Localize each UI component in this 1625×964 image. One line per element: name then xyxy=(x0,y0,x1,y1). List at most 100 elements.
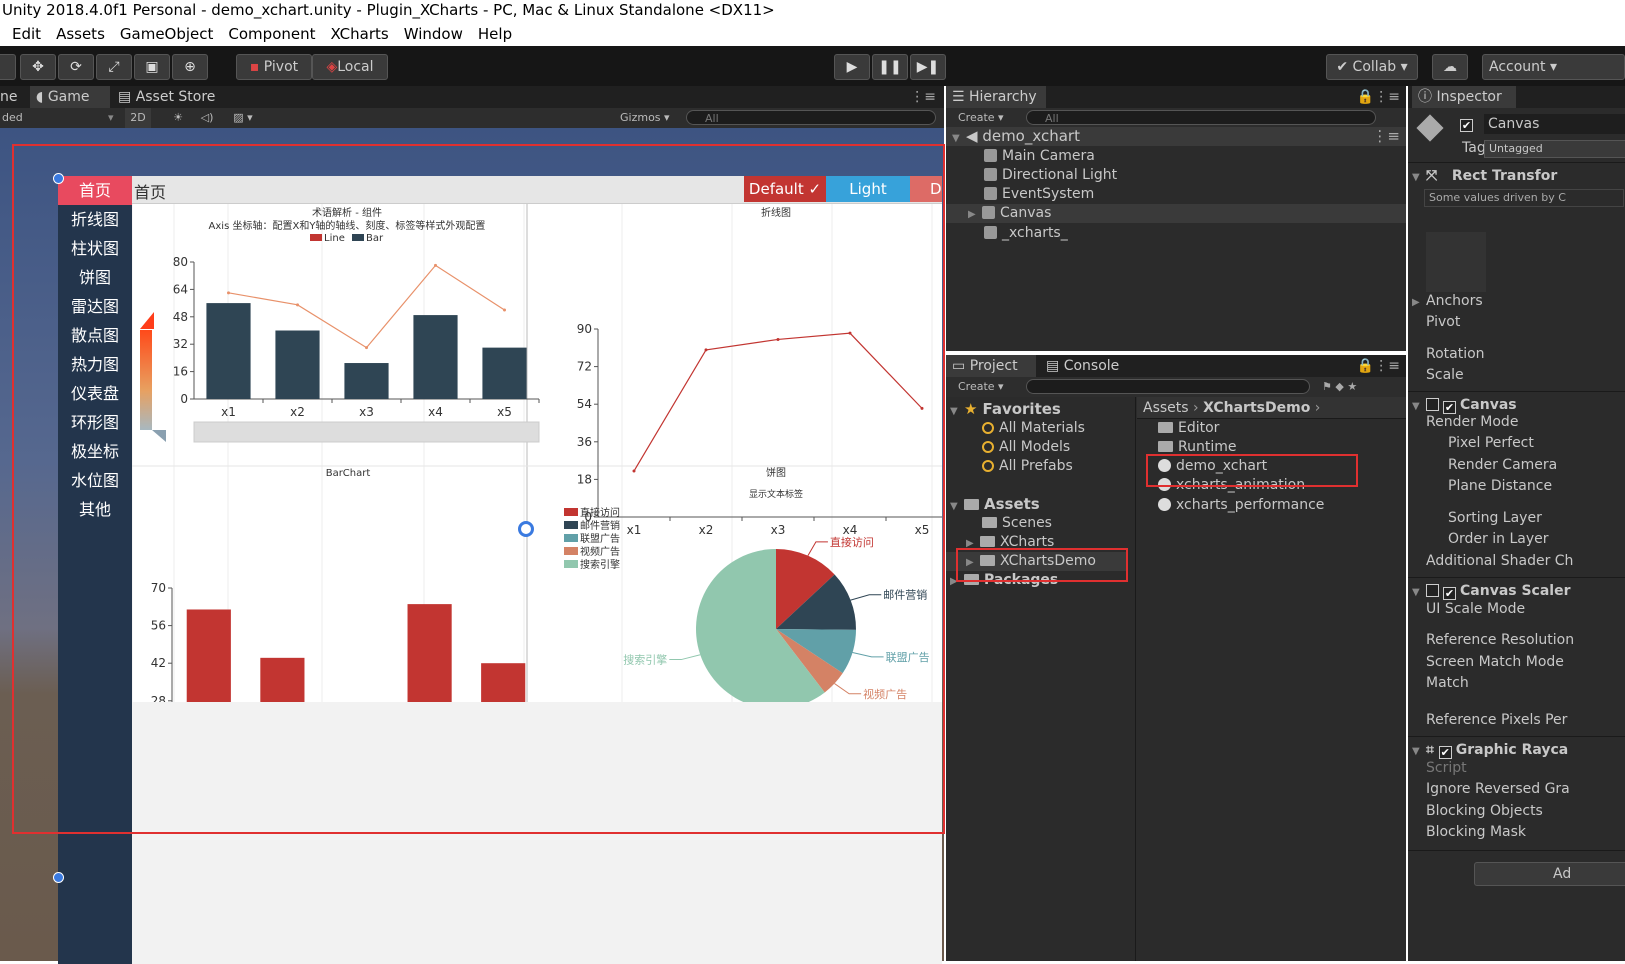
scene-root-row[interactable]: ▼ ◀ demo_xchart ⋮≡ xyxy=(946,127,1406,146)
raycaster-enabled-checkbox[interactable]: ✔ xyxy=(1438,746,1452,759)
theme-default-button[interactable]: Default ✓ xyxy=(744,176,826,202)
hierarchy-create-dropdown[interactable]: Create ▾ xyxy=(958,108,1004,128)
hierarchy-item-canvas[interactable]: ▶ Canvas xyxy=(946,204,1406,223)
graphic-raycaster-header[interactable]: ▼ ⌗ ✔ Graphic Rayca xyxy=(1408,736,1625,762)
gameobject-icon xyxy=(984,187,997,200)
nav-item-7[interactable]: 仪表盘 xyxy=(58,379,132,408)
pivot-handle-icon[interactable] xyxy=(518,521,534,537)
project-create-dropdown[interactable]: Create ▾ xyxy=(958,377,1004,397)
theme-light-button[interactable]: Light xyxy=(826,176,910,202)
folder-scenes[interactable]: Scenes xyxy=(946,514,1052,533)
gizmos-dropdown[interactable]: Gizmos ▾ xyxy=(620,108,670,128)
canvas-scaler-header[interactable]: ▼ ✔ Canvas Scaler xyxy=(1408,577,1625,603)
rotate-tool-button[interactable]: ⟳ xyxy=(58,54,94,80)
folder-xcharts[interactable]: ▶ XCharts xyxy=(946,533,1054,552)
breadcrumb-xchartsdemo[interactable]: XChartsDemo xyxy=(1203,400,1310,416)
rect-transform-header[interactable]: ▼ ⤧ Rect Transfor xyxy=(1408,162,1625,188)
file-demo-xchart[interactable]: demo_xchart xyxy=(1158,457,1267,476)
favorites-row[interactable]: ▼ ★ Favorites xyxy=(946,400,1061,419)
file-runtime[interactable]: Runtime xyxy=(1158,438,1236,457)
rect-handle-top-icon[interactable] xyxy=(53,173,64,184)
cloud-button[interactable]: ☁ xyxy=(1432,54,1468,80)
menu-xcharts[interactable]: XCharts xyxy=(331,25,389,43)
local-button[interactable]: ◈Local xyxy=(312,54,388,80)
nav-item-11[interactable]: 其他 xyxy=(58,495,132,524)
prop-blocking-objects: Blocking Objects xyxy=(1426,803,1543,819)
pivot-button[interactable]: ▪ Pivot xyxy=(236,54,312,80)
nav-item-8[interactable]: 环形图 xyxy=(58,408,132,437)
fav-all-prefabs[interactable]: All Prefabs xyxy=(946,457,1073,476)
packages-row[interactable]: ▶ Packages xyxy=(946,571,1058,590)
nav-item-1[interactable]: 折线图 xyxy=(58,205,132,234)
nav-item-5[interactable]: 散点图 xyxy=(58,321,132,350)
move-tool-button[interactable]: ✥ xyxy=(20,54,56,80)
collab-button[interactable]: ✔ Collab ▾ xyxy=(1326,54,1418,80)
assets-row[interactable]: ▼ Assets xyxy=(946,495,1040,514)
account-button[interactable]: Account ▾ xyxy=(1482,54,1625,80)
transform-tool-button[interactable]: ⊕ xyxy=(172,54,208,80)
lighting-toggle-icon[interactable]: ☀ xyxy=(166,108,190,128)
menu-edit[interactable]: Edit xyxy=(12,25,41,43)
tab-project[interactable]: ▭ Project xyxy=(946,355,1036,377)
hand-tool-button[interactable] xyxy=(0,54,16,80)
tab-inspector[interactable]: ⓘ Inspector xyxy=(1412,86,1516,108)
hierarchy-item-eventsystem[interactable]: EventSystem xyxy=(946,185,1094,204)
tab-asset-store[interactable]: ▤ Asset Store xyxy=(112,86,222,108)
menu-help[interactable]: Help xyxy=(478,25,512,43)
folder-icon xyxy=(982,517,997,528)
hierarchy-lock-icon[interactable]: 🔒⋮≡ xyxy=(1357,86,1400,108)
step-button[interactable]: ▶❚ xyxy=(910,54,946,80)
nav-item-2[interactable]: 柱状图 xyxy=(58,234,132,263)
add-component-button[interactable]: Ad xyxy=(1474,862,1625,886)
folder-xchartsdemo[interactable]: ▶ XChartsDemo xyxy=(946,552,1126,571)
menu-gameobject[interactable]: GameObject xyxy=(120,25,214,43)
project-search-input[interactable] xyxy=(1026,379,1310,394)
prop-anchors[interactable]: ▶ Anchors xyxy=(1412,293,1483,309)
rect-handle-bottom-icon[interactable] xyxy=(53,872,64,883)
rect-tool-button[interactable]: ▣ xyxy=(134,54,170,80)
anchor-preset-icon[interactable] xyxy=(1426,232,1486,292)
nav-item-6[interactable]: 热力图 xyxy=(58,350,132,379)
effects-toggle-icon[interactable]: ▨ ▾ xyxy=(228,108,258,128)
object-name-field[interactable]: Canvas xyxy=(1484,114,1625,134)
fav-all-materials[interactable]: All Materials xyxy=(946,419,1085,438)
nav-item-4[interactable]: 雷达图 xyxy=(58,292,132,321)
nav-item-10[interactable]: 水位图 xyxy=(58,466,132,495)
hierarchy-item-main-camera[interactable]: Main Camera xyxy=(946,147,1095,166)
theme-dark-button[interactable]: D xyxy=(910,176,942,202)
breadcrumb-assets[interactable]: Assets xyxy=(1143,400,1189,416)
fav-all-models[interactable]: All Models xyxy=(946,438,1070,457)
active-checkbox[interactable]: ✔ xyxy=(1460,119,1473,132)
project-lock-icon[interactable]: 🔒⋮≡ xyxy=(1357,355,1400,377)
hierarchy-item-xcharts[interactable]: _xcharts_ xyxy=(946,224,1068,243)
tag-dropdown[interactable]: Untagged xyxy=(1484,140,1625,158)
menu-window[interactable]: Window xyxy=(404,25,463,43)
filter-type-icon[interactable]: ⚑ ◆ ★ xyxy=(1322,377,1357,397)
nav-item-9[interactable]: 极坐标 xyxy=(58,437,132,466)
menu-assets[interactable]: Assets xyxy=(56,25,105,43)
hierarchy-search-input[interactable]: All xyxy=(1026,110,1376,125)
nav-item-0[interactable]: 首页 xyxy=(58,176,132,205)
toggle-2d-button[interactable]: 2D xyxy=(125,108,151,128)
tab-menu-icon[interactable]: ⋮≡ xyxy=(910,86,936,108)
shading-mode-dropdown[interactable]: ded xyxy=(2,108,23,128)
audio-toggle-icon[interactable]: ◁) xyxy=(196,108,218,128)
menu-component[interactable]: Component xyxy=(228,25,315,43)
tab-hierarchy[interactable]: ☰ Hierarchy xyxy=(946,86,1046,108)
scaler-enabled-checkbox[interactable]: ✔ xyxy=(1443,587,1456,600)
tab-console[interactable]: ▤ Console xyxy=(1040,355,1140,377)
file-editor[interactable]: Editor xyxy=(1158,419,1219,438)
rect-transform-icon: ⤧ xyxy=(1426,168,1443,184)
scene-search-input[interactable]: All xyxy=(686,110,936,125)
file-xcharts-animation[interactable]: xcharts_animation xyxy=(1158,476,1305,495)
hierarchy-item-directional-light[interactable]: Directional Light xyxy=(946,166,1117,185)
file-xcharts-performance[interactable]: xcharts_performance xyxy=(1158,496,1324,515)
canvas-enabled-checkbox[interactable]: ✔ xyxy=(1443,401,1456,414)
tab-game[interactable]: ◖ Game xyxy=(30,86,110,108)
tab-scene[interactable]: ne xyxy=(0,86,28,108)
pause-button[interactable]: ❚❚ xyxy=(872,54,908,80)
play-button[interactable]: ▶ xyxy=(834,54,870,80)
nav-item-3[interactable]: 饼图 xyxy=(58,263,132,292)
chart3-bar xyxy=(186,609,231,702)
scale-tool-button[interactable]: ⤢ xyxy=(96,54,132,80)
